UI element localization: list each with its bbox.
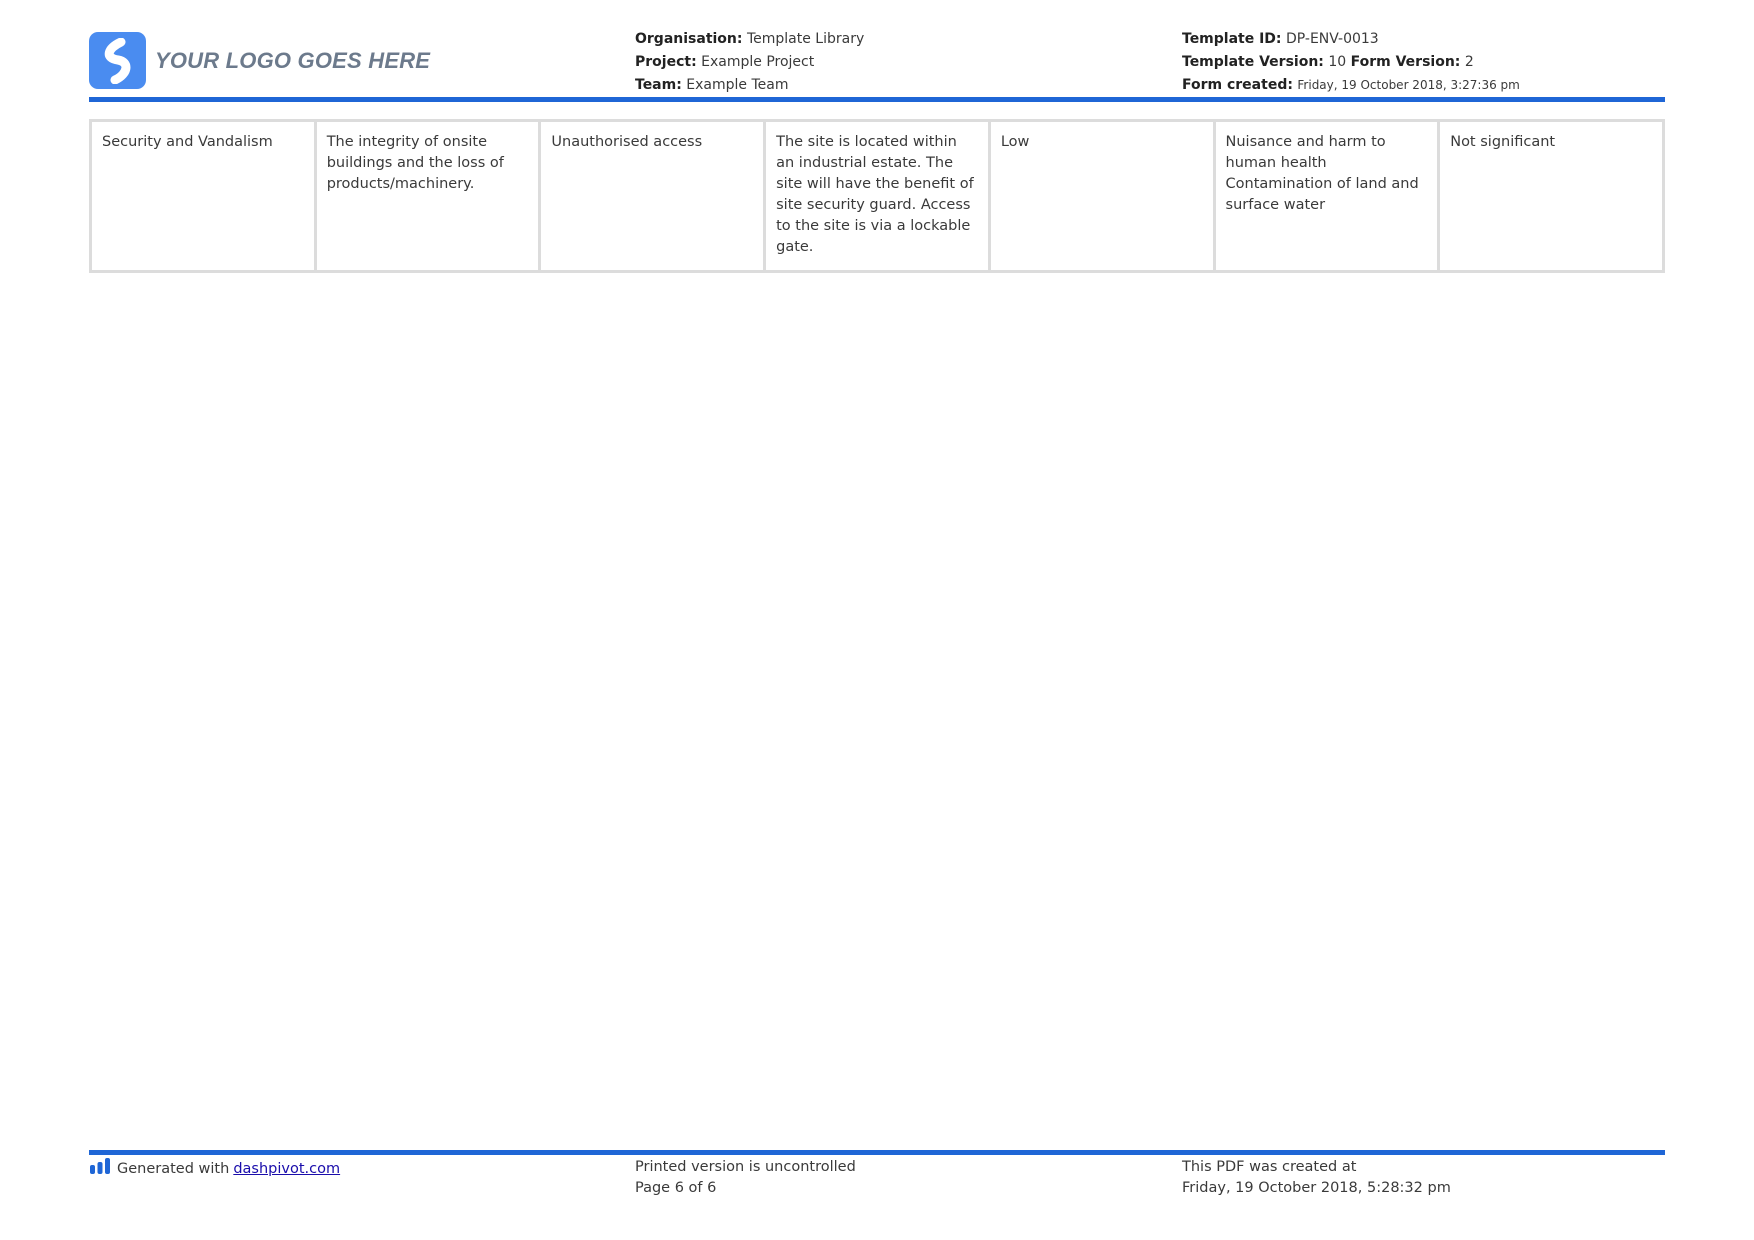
table-cell: The site is located within an industrial… — [763, 119, 991, 273]
page-header: YOUR LOGO GOES HERE Organisation: Templa… — [89, 28, 1665, 98]
dashpivot-logo-icon — [89, 32, 146, 89]
logo-text: YOUR LOGO GOES HERE — [155, 47, 431, 73]
generated-with: Generated with dashpivot.com — [89, 1157, 340, 1182]
project-label: Project: — [635, 54, 697, 70]
table-cell: Low — [987, 119, 1216, 273]
table-cell: Unauthorised access — [538, 119, 767, 273]
uncontrolled-text: Printed version is uncontrolled — [635, 1159, 856, 1175]
header-divider — [89, 97, 1665, 102]
risk-table: Security and Vandalism The integrity of … — [89, 119, 1665, 273]
generated-text: Generated with — [117, 1161, 230, 1177]
project-value: Example Project — [701, 54, 815, 70]
organisation-value: Template Library — [746, 31, 865, 47]
template-id-label: Template ID: — [1182, 31, 1282, 47]
table-cell: Not significant — [1437, 119, 1665, 273]
template-version-value: 10 — [1328, 54, 1347, 70]
pdf-created-text: This PDF was created at — [1182, 1159, 1357, 1175]
pdf-created-value: Friday, 19 October 2018, 5:28:32 pm — [1182, 1180, 1451, 1196]
team-value: Example Team — [686, 77, 789, 93]
page-number: Page 6 of 6 — [635, 1180, 717, 1196]
footer-divider — [89, 1150, 1665, 1155]
table-cell: Security and Vandalism — [89, 119, 317, 273]
form-version-value: 2 — [1464, 54, 1474, 70]
form-created-value: Friday, 19 October 2018, 3:27:36 pm — [1297, 78, 1520, 92]
team-label: Team: — [635, 77, 682, 93]
print-notice: Printed version is uncontrolled Page 6 o… — [635, 1157, 856, 1199]
form-created-label: Form created: — [1182, 77, 1293, 93]
logo: YOUR LOGO GOES HERE — [89, 32, 430, 89]
organisation-label: Organisation: — [635, 31, 743, 47]
template-version-label: Template Version: — [1182, 54, 1324, 70]
table-cell: The integrity of onsite buildings and th… — [313, 119, 542, 273]
form-version-label: Form Version: — [1350, 54, 1461, 70]
bar-chart-icon — [89, 1157, 111, 1182]
table-cell: Nuisance and harm to human health Contam… — [1212, 119, 1441, 273]
dashpivot-link[interactable]: dashpivot.com — [233, 1159, 340, 1180]
pdf-created-info: This PDF was created at Friday, 19 Octob… — [1182, 1157, 1451, 1199]
template-info: Template ID: DP-ENV-0013 Template Versio… — [1182, 28, 1520, 97]
template-id-value: DP-ENV-0013 — [1285, 31, 1379, 47]
table-row: Security and Vandalism The integrity of … — [89, 119, 1665, 273]
organisation-info: Organisation: Template Library Project: … — [635, 28, 864, 97]
